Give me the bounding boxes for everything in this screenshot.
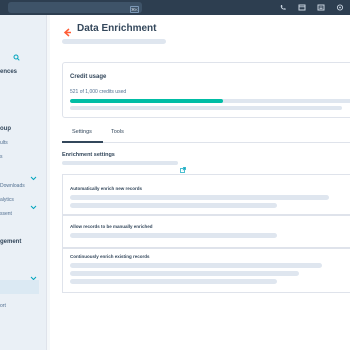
sidebar-item-downloads[interactable]: Downloads [0, 183, 25, 189]
setting-row[interactable]: Continuously enrich existing records [62, 248, 350, 293]
tab-tools[interactable]: Tools [111, 129, 124, 135]
credit-usage-progress-fill [70, 99, 223, 103]
setting-row-description-placeholder [70, 195, 329, 200]
setting-row[interactable]: Automatically enrich new records [62, 174, 350, 215]
external-link-icon[interactable] [180, 160, 186, 173]
credit-usage-card: Credit usage 521 of 1,000 credits used [62, 62, 350, 118]
setting-row-description-placeholder [70, 263, 322, 268]
credit-usage-note-placeholder [70, 106, 342, 110]
setting-row-description-placeholder [70, 233, 277, 238]
sidebar-item-consent[interactable]: ssent [0, 211, 12, 217]
setting-row-label: Allow records to be manually enriched [70, 224, 153, 229]
top-navigation-bar: ⌘K [0, 0, 350, 15]
enrichment-settings-description-placeholder [62, 161, 178, 165]
tab-settings[interactable]: Settings [72, 129, 92, 135]
sidebar-item-defaults[interactable]: ults [0, 140, 8, 146]
sidebar-section-group: oup [0, 126, 11, 132]
help-icon[interactable] [336, 4, 344, 11]
settings-sidebar: ences oup ults s Downloads alytics ssent… [0, 15, 47, 350]
sidebar-item-data-enrichment[interactable] [0, 280, 39, 294]
setting-row[interactable]: Allow records to be manually enriched [62, 215, 350, 248]
sidebar-item-analytics[interactable]: alytics [0, 197, 14, 203]
chevron-down-icon[interactable] [30, 197, 37, 210]
credit-usage-summary: 521 of 1,000 credits used [70, 89, 127, 95]
sidebar-item-settings[interactable]: s [0, 154, 3, 160]
main-content: Data Enrichment Credit usage 521 of 1,00… [50, 15, 350, 350]
chevron-down-icon[interactable] [30, 168, 37, 181]
marketplace-icon[interactable] [317, 4, 325, 11]
back-arrow-icon[interactable] [63, 24, 72, 37]
chevron-down-icon[interactable] [30, 268, 37, 281]
sidebar-item-preferences[interactable]: ences [0, 69, 17, 75]
sidebar-item-import-export[interactable]: ort [0, 303, 6, 309]
enrichment-settings-title: Enrichment settings [62, 152, 115, 158]
setting-row-label: Automatically enrich new records [70, 186, 143, 191]
setting-row-label: Continuously enrich existing records [70, 254, 150, 259]
setting-row-description-placeholder [70, 271, 299, 276]
setting-row-description-placeholder [70, 279, 277, 284]
active-tab-indicator [62, 141, 103, 143]
tabs-divider [62, 142, 350, 143]
setting-row-description-placeholder [70, 203, 277, 208]
sidebar-section-management: gement [0, 239, 22, 245]
search-shortcut-badge: ⌘K [130, 6, 139, 13]
page-description-placeholder [62, 39, 166, 44]
phone-icon[interactable] [279, 4, 287, 11]
calendar-icon[interactable] [298, 4, 306, 11]
credit-usage-title: Credit usage [70, 74, 107, 80]
credit-usage-progress-bar [70, 99, 350, 103]
sidebar-search-icon[interactable] [13, 48, 20, 61]
global-search-input[interactable]: ⌘K [8, 2, 142, 13]
page-title: Data Enrichment [77, 23, 157, 34]
